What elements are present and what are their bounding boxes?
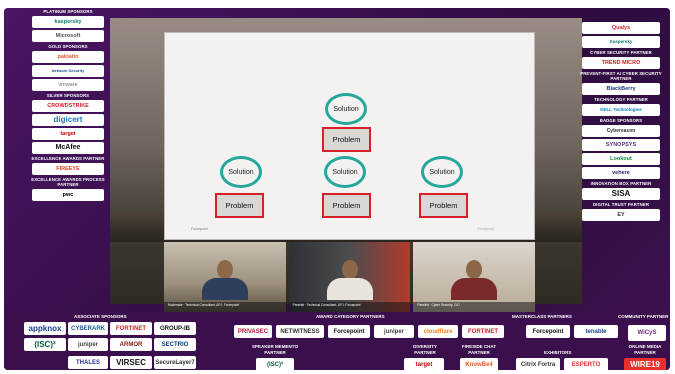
sponsor-logo: (ISC)² xyxy=(256,358,294,370)
column-heading: BADGE SPONSORS xyxy=(599,118,643,123)
sponsor-logo: EY xyxy=(582,209,660,221)
column-heading: EXCELLENCE AWARDS PARTNER xyxy=(31,156,105,161)
column-heading: CYBER SECURITY PARTNER xyxy=(590,50,652,55)
sponsor-logo: DELL Technologies xyxy=(582,104,660,116)
sponsor-logo: ESPERTO xyxy=(564,358,608,370)
column-heading: DIGITAL TRUST PARTNER xyxy=(592,202,650,207)
section-title: AWARD CATEGORY PARTNERS xyxy=(316,314,385,319)
problem-box: Problem xyxy=(419,193,468,218)
sponsor-logo: FORTINET xyxy=(462,325,504,338)
sponsor-logo: tenable xyxy=(574,325,618,338)
sponsor-logo: target xyxy=(404,358,444,370)
speaker-video[interactable]: Moderator · Technical Consultant, APJ, F… xyxy=(164,242,286,312)
sponsor-logo: TREND MICRO xyxy=(582,57,660,69)
right-sponsor-column: Qualys Kaspersky CYBER SECURITY PARTNER … xyxy=(578,8,664,320)
sponsor-logo: pwc xyxy=(32,189,104,201)
sponsor-logo: juniper xyxy=(374,325,414,338)
sponsor-logo: kaspersky xyxy=(32,16,104,28)
sponsor-logo: Cybereason xyxy=(582,125,660,137)
sponsor-logo: Qualys xyxy=(582,22,660,34)
presentation-slide: Solution Problem Solution Problem Soluti… xyxy=(164,32,535,240)
sponsor-logo: Microsoft xyxy=(32,30,104,42)
sponsor-logo: Forcepoint xyxy=(328,325,370,338)
speaker-video[interactable]: Panelist · Cyber Security, CIO xyxy=(413,242,536,312)
sponsor-logo: SISA xyxy=(582,188,660,200)
speaker-avatar xyxy=(326,260,373,300)
sponsor-logo: NETWITNESS xyxy=(276,325,324,338)
section-title: COMMUNITY PARTNER xyxy=(618,314,669,319)
sponsor-logo: CYBERARK xyxy=(68,322,108,335)
section-title: ONLINE MEDIA PARTNER xyxy=(628,344,662,355)
sponsor-logo: CROWDSTRIKE xyxy=(32,100,104,112)
solution-circle: Solution xyxy=(325,93,367,125)
solution-circle: Solution xyxy=(220,156,262,188)
sponsor-logo: Network Security xyxy=(32,65,104,77)
sponsor-logo: BlackBerry xyxy=(582,83,660,95)
speaker-caption: Moderator · Technical Consultant, APJ, F… xyxy=(164,302,286,312)
slide-footer: Forcepoint xyxy=(191,227,208,231)
section-title: DIVERSITY PARTNER xyxy=(413,344,437,355)
left-sponsor-column: PLATINUM SPONSORS kaspersky Microsoft GO… xyxy=(28,8,108,320)
sponsor-logo: ARMOR xyxy=(110,338,152,351)
sponsor-logo: SECTRIO xyxy=(154,338,196,351)
sponsor-logo: WIRE19 xyxy=(624,358,666,370)
sponsor-logo: GROUP-IB xyxy=(154,322,196,335)
sponsor-logo: appknox xyxy=(24,322,66,335)
sponsor-logo: Citrix Fortra xyxy=(516,358,560,370)
section-title: FIRESIDE CHAT PARTNER xyxy=(461,344,497,355)
sponsor-logo: Forcepoint xyxy=(526,325,570,338)
solution-circle: Solution xyxy=(324,156,366,188)
speaker-video-strip: Moderator · Technical Consultant, APJ, F… xyxy=(164,242,536,312)
section-title: MASTERCLASS PARTNERS xyxy=(512,314,572,319)
sponsor-logo: SYNOPSYS xyxy=(582,139,660,151)
sponsor-logo: target xyxy=(32,128,104,140)
problem-box: Problem xyxy=(322,193,371,218)
sponsor-logo: PRIVASEC xyxy=(234,325,272,338)
sponsor-logo: WiCyS xyxy=(628,325,666,341)
section-title: SPEAKER MEMENTO PARTNER xyxy=(252,344,298,355)
sponsor-logo: Lookout xyxy=(582,153,660,165)
sponsor-logo: paloalto xyxy=(32,51,104,63)
sponsor-logo: vmware xyxy=(32,79,104,91)
speaker-caption: Panelist · Technical Consultant, APJ, Fo… xyxy=(288,302,411,312)
column-heading: SILVER SPONSORS xyxy=(46,93,90,98)
sponsor-logo: VIRSEC xyxy=(110,356,152,369)
problem-box: Problem xyxy=(215,193,264,218)
speaker-avatar xyxy=(451,260,498,300)
sponsor-logo: Kaspersky xyxy=(582,36,660,48)
sponsor-logo: (ISC)² xyxy=(24,338,66,351)
sponsor-logo: vehere xyxy=(582,167,660,179)
column-heading: TECHNOLOGY PARTNER xyxy=(594,97,648,102)
column-heading: EXCELLENCE AWARDS PROCESS PARTNER xyxy=(31,177,105,187)
column-heading: PREVENT-FIRST AI CYBER SECURITY PARTNER xyxy=(580,71,662,81)
sponsor-logo: McAfee xyxy=(32,142,104,154)
column-heading: INNOVATION BOX PARTNER xyxy=(590,181,652,186)
column-heading: PLATINUM SPONSORS xyxy=(43,9,93,14)
sponsor-logo: juniper xyxy=(68,338,108,351)
sponsor-logo: FIREEYE xyxy=(32,163,104,175)
speaker-avatar xyxy=(201,260,248,300)
sponsor-logo: cloudflare xyxy=(418,325,458,338)
section-title: ASSOCIATE SPONSORS xyxy=(74,314,127,319)
sponsor-logo: FORTINET xyxy=(110,322,152,335)
problem-box: Problem xyxy=(322,127,371,152)
section-title: EXHIBITORS xyxy=(544,350,572,355)
sponsor-logo: SecureLayer7 xyxy=(154,356,196,369)
sponsor-logo: KnowBe4 xyxy=(460,358,498,370)
sponsor-logo: digicert xyxy=(32,114,104,126)
speaker-caption: Panelist · Cyber Security, CIO xyxy=(413,302,536,312)
column-heading: GOLD SPONSORS xyxy=(48,44,88,49)
solution-circle: Solution xyxy=(421,156,463,188)
slide-footer: Forcepoint xyxy=(477,227,494,231)
bottom-sponsor-band: ASSOCIATE SPONSORS appknox CYBERARK FORT… xyxy=(4,312,670,370)
sponsor-logo: THALES xyxy=(68,356,108,369)
speaker-video[interactable]: Panelist · Technical Consultant, APJ, Fo… xyxy=(288,242,411,312)
event-frame: PLATINUM SPONSORS kaspersky Microsoft GO… xyxy=(4,8,670,370)
